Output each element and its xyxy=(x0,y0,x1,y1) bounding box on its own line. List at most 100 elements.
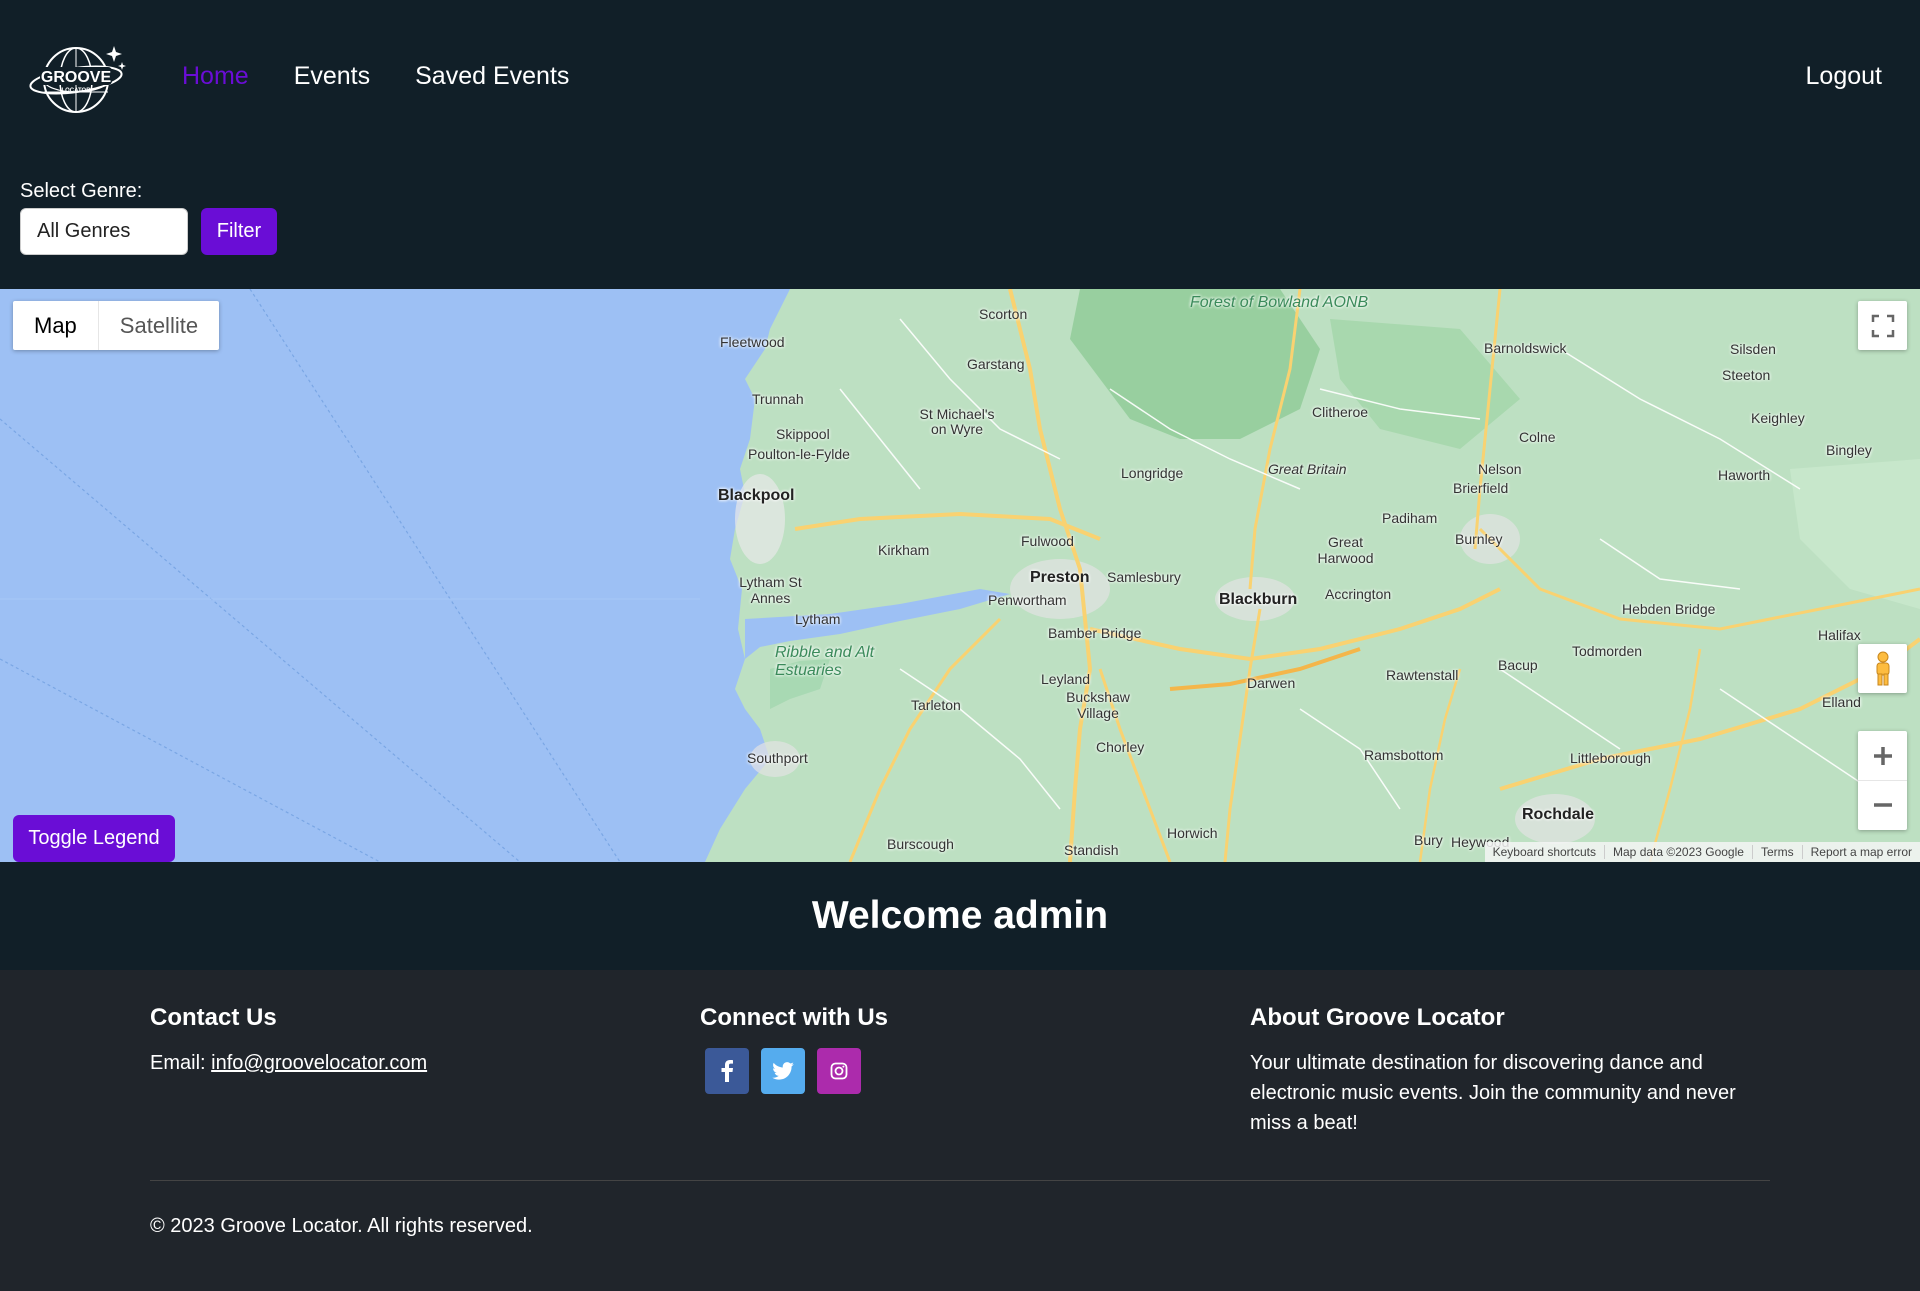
genre-filter-label: Select Genre: xyxy=(20,180,143,202)
map-label: Barnoldswick xyxy=(1484,340,1567,356)
instagram-icon xyxy=(830,1062,848,1080)
map-label: Buckshaw Village xyxy=(1066,689,1130,721)
genre-select[interactable]: All Genres xyxy=(20,208,188,255)
map-label: Brierfield xyxy=(1453,480,1509,496)
map-label: Bacup xyxy=(1498,657,1538,673)
map-tiles xyxy=(0,289,1920,862)
footer-about: About Groove Locator Your ultimate desti… xyxy=(1250,1004,1770,1138)
zoom-in-button[interactable] xyxy=(1858,732,1907,781)
map-label: Lytham xyxy=(795,611,841,627)
map-label: Accrington xyxy=(1325,586,1392,602)
map-label: Preston xyxy=(1030,569,1090,586)
map-label: Ribble and Alt Estuaries xyxy=(775,644,875,679)
map-label: St Michael's on Wyre xyxy=(919,406,995,437)
instagram-button[interactable] xyxy=(817,1048,861,1094)
map-label: Scorton xyxy=(979,306,1028,322)
map-label: Trunnah xyxy=(752,391,804,407)
about-heading: About Groove Locator xyxy=(1250,1004,1505,1031)
minus-icon xyxy=(1873,803,1892,807)
footer-divider xyxy=(150,1180,1770,1181)
map-label: Fulwood xyxy=(1021,533,1074,549)
map-label: Horwich xyxy=(1167,825,1218,841)
twitter-button[interactable] xyxy=(761,1048,805,1094)
svg-text:LOCATOR: LOCATOR xyxy=(61,88,91,94)
map-label: Forest of Bowland AONB xyxy=(1190,294,1369,311)
nav-link-saved-events[interactable]: Saved Events xyxy=(415,62,569,91)
map-label: Garstang xyxy=(967,356,1025,372)
map-type-satellite-button[interactable]: Satellite xyxy=(99,301,219,350)
nav-link-home[interactable]: Home xyxy=(182,62,249,91)
map-data-text: Map data ©2023 Google xyxy=(1605,845,1753,859)
welcome-heading: Welcome admin xyxy=(811,894,1109,937)
map-label: Lytham St Annes xyxy=(739,574,802,606)
map-type-map-button[interactable]: Map xyxy=(13,301,99,350)
keyboard-shortcuts-link[interactable]: Keyboard shortcuts xyxy=(1485,845,1606,859)
contact-heading: Contact Us xyxy=(150,1004,277,1031)
street-view-pegman[interactable] xyxy=(1858,644,1907,693)
map-type-control: Map Satellite xyxy=(13,301,220,350)
nav-link-events[interactable]: Events xyxy=(294,62,370,91)
zoom-out-button[interactable] xyxy=(1858,781,1907,830)
logout-link[interactable]: Logout xyxy=(1806,62,1882,91)
facebook-icon xyxy=(721,1060,733,1082)
map-label: Elland xyxy=(1822,694,1861,710)
map-label: Burscough xyxy=(887,836,954,852)
map-label: Skippool xyxy=(776,426,830,442)
map-label: Bingley xyxy=(1826,442,1872,458)
connect-heading: Connect with Us xyxy=(700,1004,889,1031)
map-label: Littleborough xyxy=(1570,750,1651,766)
map-label: Ramsbottom xyxy=(1364,747,1444,763)
map-label: Longridge xyxy=(1121,465,1184,481)
map-attribution: Keyboard shortcuts Map data ©2023 Google… xyxy=(1484,842,1920,862)
map-label: Todmorden xyxy=(1572,643,1643,659)
map-label: Bamber Bridge xyxy=(1048,625,1142,641)
map-label: Padiham xyxy=(1382,510,1438,526)
map-label: Poulton-le-Fylde xyxy=(748,446,850,462)
report-map-error-link[interactable]: Report a map error xyxy=(1803,845,1920,859)
fullscreen-icon xyxy=(1871,314,1894,337)
twitter-icon xyxy=(772,1062,794,1080)
filter-button[interactable]: Filter xyxy=(201,208,277,255)
plus-icon xyxy=(1873,746,1892,765)
map-label: Colne xyxy=(1519,429,1556,445)
terms-link[interactable]: Terms xyxy=(1753,845,1803,859)
map-label: Bury xyxy=(1414,832,1443,848)
map-label: Burnley xyxy=(1455,531,1503,547)
map-label: Keighley xyxy=(1751,410,1805,426)
map-label: Rawtenstall xyxy=(1386,667,1459,683)
map-label: Steeton xyxy=(1722,367,1771,383)
map-label: Penwortham xyxy=(988,592,1067,608)
groove-locator-logo[interactable]: GROOVE LOCATOR xyxy=(28,40,128,120)
footer-contact: Contact Us Email: info@groovelocator.com xyxy=(150,1004,427,1078)
map-label: Rochdale xyxy=(1522,806,1595,823)
map-label: Great Harwood xyxy=(1317,534,1374,566)
map-label: Silsden xyxy=(1730,341,1776,357)
map-label: Fleetwood xyxy=(720,334,785,350)
map-label: Blackburn xyxy=(1219,591,1298,608)
email-label: Email: xyxy=(150,1052,206,1074)
map-label: Blackpool xyxy=(718,487,795,504)
map-label: Chorley xyxy=(1096,739,1145,755)
copyright-text: © 2023 Groove Locator. All rights reserv… xyxy=(150,1215,533,1237)
email-link[interactable]: info@groovelocator.com xyxy=(211,1052,427,1074)
fullscreen-button[interactable] xyxy=(1858,301,1907,350)
map-label: Clitheroe xyxy=(1312,404,1369,420)
map-label: Southport xyxy=(747,750,808,766)
map-label: Standish xyxy=(1064,842,1119,858)
events-map[interactable]: Fleetwood Scorton Forest of Bowland AONB… xyxy=(0,289,1920,862)
svg-text:GROOVE: GROOVE xyxy=(41,69,112,86)
zoom-control xyxy=(1858,731,1907,830)
contact-email: Email: info@groovelocator.com xyxy=(150,1048,427,1078)
map-label: Kirkham xyxy=(878,542,930,558)
map-label: Hebden Bridge xyxy=(1622,601,1716,617)
map-label: Samlesbury xyxy=(1107,569,1181,585)
footer: Contact Us Email: info@groovelocator.com… xyxy=(0,970,1920,1291)
facebook-button[interactable] xyxy=(705,1048,749,1094)
top-navbar: GROOVE LOCATOR Home Events Saved Events … xyxy=(0,0,1920,155)
map-label: Nelson xyxy=(1478,461,1522,477)
map-label: Leyland xyxy=(1041,671,1091,687)
map-label: Darwen xyxy=(1247,675,1296,691)
footer-connect: Connect with Us xyxy=(700,1004,888,1094)
map-label: Halifax xyxy=(1818,627,1861,643)
toggle-legend-button[interactable]: Toggle Legend xyxy=(13,815,175,862)
